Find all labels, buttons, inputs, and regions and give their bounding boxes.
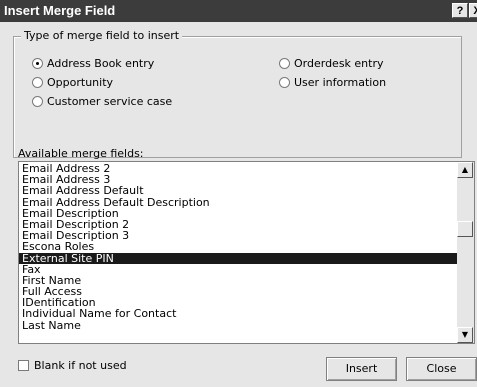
radio-opportunity[interactable]: Opportunity: [32, 76, 113, 89]
radio-unselected-icon: [279, 58, 290, 69]
insert-button[interactable]: Insert: [326, 357, 397, 381]
scroll-down-arrow-icon[interactable]: ▼: [457, 327, 473, 343]
checkbox-unchecked-icon: [18, 360, 29, 371]
radio-label: Customer service case: [47, 95, 173, 108]
radio-unselected-icon: [279, 77, 290, 88]
list-item-selected[interactable]: External Site PIN: [19, 252, 457, 264]
blank-if-not-used-checkbox[interactable]: Blank if not used: [18, 359, 127, 372]
dialog-title: Insert Merge Field: [4, 3, 116, 18]
close-button[interactable]: Close: [406, 357, 477, 381]
available-fields-label: Available merge fields:: [18, 147, 144, 160]
vertical-scrollbar[interactable]: ▲ ▼: [457, 162, 474, 343]
insert-merge-field-dialog: Insert Merge Field ? X Type of merge fie…: [0, 0, 477, 387]
checkbox-label: Blank if not used: [34, 359, 127, 372]
radio-address-book-entry[interactable]: Address Book entry: [32, 57, 154, 70]
list-item[interactable]: Fax: [19, 264, 457, 275]
scrollbar-thumb[interactable]: [457, 221, 473, 237]
list-item[interactable]: Email Address Default: [19, 185, 457, 196]
help-button[interactable]: ?: [452, 3, 468, 18]
list-item[interactable]: Last Name: [19, 320, 457, 331]
list-item[interactable]: First Name: [19, 275, 457, 286]
radio-label: Address Book entry: [47, 57, 155, 70]
merge-fields-items: Email Address 2 Email Address 3 Email Ad…: [19, 163, 457, 331]
list-item[interactable]: Escona Roles: [19, 241, 457, 252]
radio-unselected-icon: [32, 77, 43, 88]
list-item[interactable]: Individual Name for Contact: [19, 308, 457, 319]
radio-customer-service-case[interactable]: Customer service case: [32, 95, 172, 108]
radio-selected-icon: [32, 58, 43, 69]
merge-fields-listbox[interactable]: Email Address 2 Email Address 3 Email Ad…: [18, 161, 475, 344]
radio-user-information[interactable]: User information: [279, 76, 386, 89]
radio-unselected-icon: [32, 96, 43, 107]
scroll-up-arrow-icon[interactable]: ▲: [457, 162, 473, 178]
radio-label: Orderdesk entry: [294, 57, 384, 70]
close-window-button[interactable]: X: [469, 3, 477, 18]
merge-type-group: Type of merge field to insert Address Bo…: [13, 29, 462, 158]
radio-label: User information: [294, 76, 387, 89]
radio-orderdesk-entry[interactable]: Orderdesk entry: [279, 57, 384, 70]
radio-label: Opportunity: [47, 76, 114, 89]
title-bar: Insert Merge Field ? X: [0, 0, 477, 22]
merge-type-legend: Type of merge field to insert: [21, 29, 183, 42]
